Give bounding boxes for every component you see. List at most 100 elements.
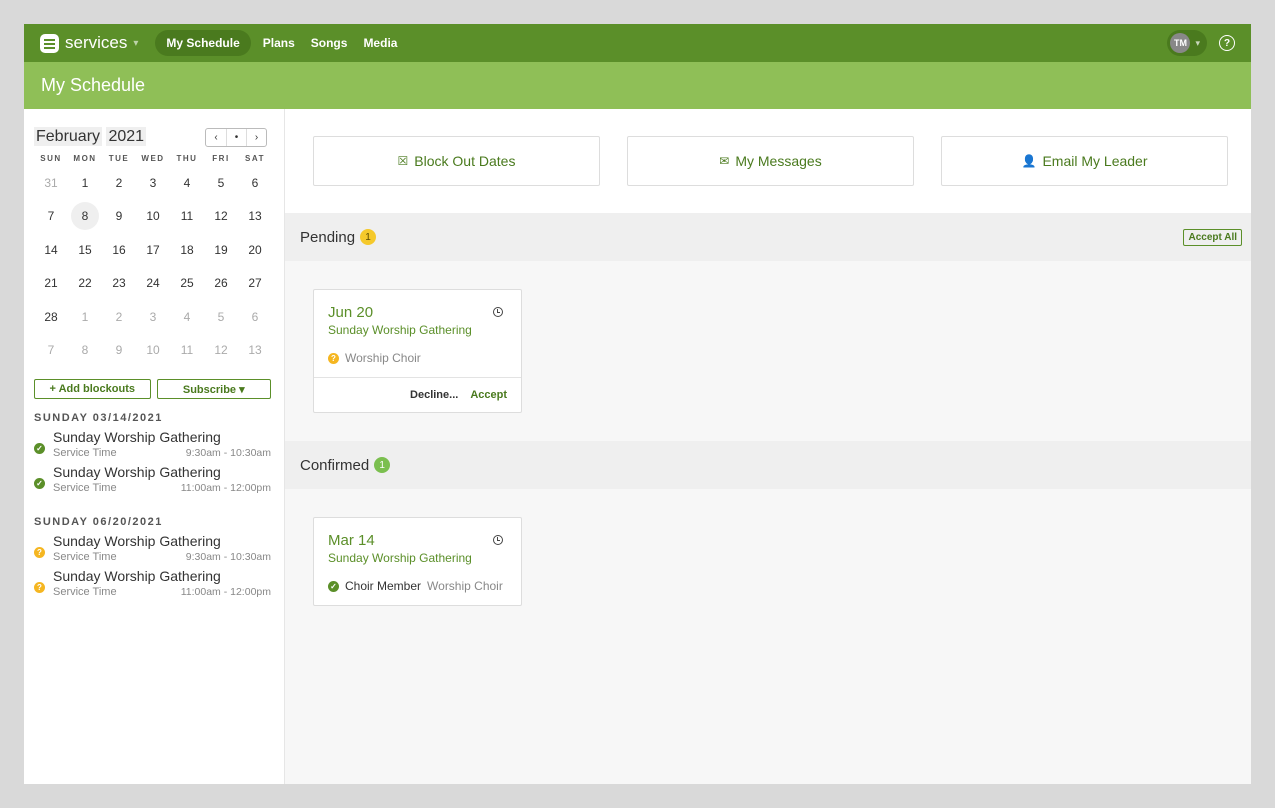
calendar-day[interactable]: 27 [238, 267, 272, 301]
calendar-day[interactable]: 3 [136, 166, 170, 200]
calendar-day[interactable]: 4 [170, 166, 204, 200]
pending-title: Pending [300, 228, 356, 246]
weekday-label: TUE [108, 154, 130, 163]
add-blockouts-button[interactable]: + Add blockouts [34, 379, 151, 399]
calendar-day[interactable]: 28 [34, 300, 68, 334]
weekday-label: FRI [212, 154, 230, 163]
calendar-day[interactable]: 3 [136, 300, 170, 334]
calendar-day[interactable]: 9 [102, 200, 136, 234]
schedule-item-subtitle: Service Time [53, 551, 117, 563]
card-date[interactable]: Jun 20 [328, 304, 507, 321]
card-event[interactable]: Sunday Worship Gathering [328, 323, 507, 337]
schedule-item-time: 11:00am - 12:00pm [180, 482, 271, 494]
card-event[interactable]: Sunday Worship Gathering [328, 551, 507, 565]
decline-button[interactable]: Decline... [410, 389, 458, 401]
schedule-item-time: 11:00am - 12:00pm [180, 586, 271, 598]
calendar-day[interactable]: 12 [204, 334, 238, 368]
help-icon[interactable]: ? [1219, 35, 1235, 51]
schedule-day-heading: SUNDAY 06/20/2021 [34, 516, 163, 528]
envelope-icon: ✉ [719, 154, 730, 168]
calendar-day[interactable]: 25 [170, 267, 204, 301]
calendar-day[interactable]: 13 [238, 334, 272, 368]
calendar-day[interactable]: 7 [34, 200, 68, 234]
my-messages-button[interactable]: ✉ My Messages [627, 136, 914, 186]
calendar-day[interactable]: 31 [34, 166, 68, 200]
main-panel: ☒ Block Out Dates ✉ My Messages 👤 Email … [285, 109, 1251, 784]
calendar-day[interactable]: 8 [68, 200, 102, 234]
calendar-day[interactable]: 24 [136, 267, 170, 301]
calendar-day[interactable]: 21 [34, 267, 68, 301]
weekday-label: WED [141, 154, 165, 163]
calendar-day[interactable]: 23 [102, 267, 136, 301]
accept-button[interactable]: Accept [470, 389, 507, 401]
block-out-dates-button[interactable]: ☒ Block Out Dates [313, 136, 600, 186]
email-my-leader-button[interactable]: 👤 Email My Leader [941, 136, 1228, 186]
schedule-day-heading: SUNDAY 03/14/2021 [34, 412, 163, 424]
calendar-day[interactable]: 13 [238, 200, 272, 234]
accept-all-button[interactable]: Accept All [1183, 228, 1242, 246]
calendar-day[interactable]: 15 [68, 233, 102, 267]
schedule-item[interactable]: ? Sunday Worship Gathering Service Time 11:… [34, 568, 271, 598]
app-switcher[interactable]: services ▾ [40, 33, 138, 53]
calendar-day[interactable]: 4 [170, 300, 204, 334]
calendar-day[interactable]: 5 [204, 300, 238, 334]
person-icon: 👤 [1021, 154, 1037, 168]
calendar-day[interactable]: 22 [68, 267, 102, 301]
today-button[interactable]: • [226, 128, 246, 146]
confirmed-count-badge: 1 [374, 457, 391, 473]
chevron-down-icon: ▾ [1195, 37, 1200, 48]
calendar-day[interactable]: 10 [136, 334, 170, 368]
schedule-list: SUNDAY 03/14/2021 ✓ Sunday Worship Gatheri… [34, 412, 271, 598]
calendar-day[interactable]: 26 [204, 267, 238, 301]
calendar-day[interactable]: 6 [238, 300, 272, 334]
app-name: services [65, 33, 128, 52]
calendar-day[interactable]: 19 [204, 233, 238, 267]
subscribe-button[interactable]: Subscribe ▾ [156, 379, 271, 399]
calendar-day[interactable]: 1 [68, 300, 102, 334]
calendar-day[interactable]: 9 [102, 334, 136, 368]
pending-section: Jun 20 Sunday Worship Gathering ? Worshi… [285, 261, 1251, 441]
schedule-item-time: 9:30am - 10:30am [185, 447, 271, 459]
nav-media[interactable]: Media [363, 30, 397, 56]
calendar-day[interactable]: 10 [136, 200, 170, 234]
calendar-day[interactable]: 11 [170, 200, 204, 234]
services-logo-icon [40, 33, 59, 53]
confirmed-title: Confirmed [300, 456, 370, 474]
my-messages-label: My Messages [735, 153, 822, 169]
calendar-day[interactable]: 18 [170, 233, 204, 267]
calendar-day[interactable]: 12 [204, 200, 238, 234]
next-month-button[interactable]: › [246, 128, 266, 146]
calendar-day[interactable]: 1 [68, 166, 102, 200]
confirmed-card: Mar 14 Sunday Worship Gathering ✓ Choir … [313, 517, 522, 606]
schedule-item[interactable]: ? Sunday Worship Gathering Service Time 9:3… [34, 533, 271, 563]
pending-count-badge: 1 [360, 229, 377, 245]
nav-songs[interactable]: Songs [311, 30, 348, 56]
calendar-year[interactable]: 2021 [106, 127, 147, 146]
calendar-month[interactable]: February [34, 127, 103, 146]
pending-status-icon: ? [34, 582, 45, 593]
calendar-day[interactable]: 11 [170, 334, 204, 368]
calendar-day[interactable]: 14 [34, 233, 68, 267]
schedule-item[interactable]: ✓ Sunday Worship Gathering Service Time 9:3… [34, 429, 271, 459]
calendar-day[interactable]: 17 [136, 233, 170, 267]
prev-month-button[interactable]: ‹ [206, 129, 226, 146]
page-title: My Schedule [24, 62, 1251, 109]
calendar-day[interactable]: 2 [102, 166, 136, 200]
calendar-day[interactable]: 16 [102, 233, 136, 267]
card-date[interactable]: Mar 14 [328, 532, 507, 549]
nav-my-schedule[interactable]: My Schedule [155, 30, 251, 56]
user-menu[interactable]: TM ▾ [1167, 30, 1207, 56]
calendar-day[interactable]: 6 [238, 166, 272, 200]
avatar: TM [1170, 33, 1191, 53]
calendar-day[interactable]: 8 [68, 334, 102, 368]
weekday-label: SAT [245, 154, 265, 163]
nav-plans[interactable]: Plans [263, 30, 295, 56]
clock-icon[interactable] [493, 307, 503, 317]
schedule-item[interactable]: ✓ Sunday Worship Gathering Service Time 11:… [34, 464, 271, 494]
clock-icon[interactable] [493, 535, 503, 545]
calendar-day[interactable]: 2 [102, 300, 136, 334]
confirmed-status-icon: ✓ [328, 580, 339, 592]
calendar-day[interactable]: 5 [204, 166, 238, 200]
calendar-day[interactable]: 20 [238, 233, 272, 267]
calendar-day[interactable]: 7 [34, 334, 68, 368]
